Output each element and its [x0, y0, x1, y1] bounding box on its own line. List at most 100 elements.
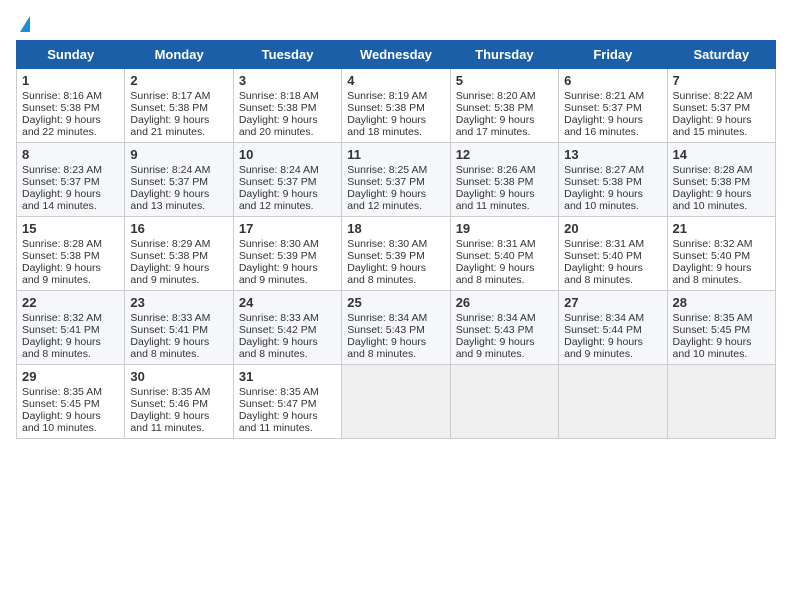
- day-number: 7: [673, 73, 770, 88]
- day-info-line: Sunset: 5:39 PM: [239, 250, 336, 262]
- day-info-line: Sunrise: 8:32 AM: [22, 312, 119, 324]
- day-info-line: Daylight: 9 hours: [347, 262, 444, 274]
- day-info-line: Sunset: 5:38 PM: [22, 102, 119, 114]
- day-number: 6: [564, 73, 661, 88]
- day-number: 27: [564, 295, 661, 310]
- day-number: 10: [239, 147, 336, 162]
- day-number: 9: [130, 147, 227, 162]
- day-info-line: Sunrise: 8:23 AM: [22, 164, 119, 176]
- day-info-line: Sunset: 5:38 PM: [347, 102, 444, 114]
- calendar-cell: 17 Sunrise: 8:30 AMSunset: 5:39 PMDayligh…: [233, 217, 341, 291]
- day-number: 28: [673, 295, 770, 310]
- day-info-line: Daylight: 9 hours: [130, 410, 227, 422]
- day-info-line: and 11 minutes.: [456, 200, 553, 212]
- day-info-line: and 12 minutes.: [239, 200, 336, 212]
- page-header: [16, 16, 776, 32]
- day-number: 22: [22, 295, 119, 310]
- day-info-line: Sunrise: 8:28 AM: [673, 164, 770, 176]
- day-info-line: Daylight: 9 hours: [239, 410, 336, 422]
- day-info-line: Daylight: 9 hours: [239, 262, 336, 274]
- day-info-line: Sunset: 5:42 PM: [239, 324, 336, 336]
- day-info-line: and 8 minutes.: [239, 348, 336, 360]
- day-info-line: and 9 minutes.: [456, 348, 553, 360]
- day-number: 31: [239, 369, 336, 384]
- day-number: 21: [673, 221, 770, 236]
- day-info-line: Daylight: 9 hours: [673, 262, 770, 274]
- calendar-cell: 4Sunrise: 8:19 AMSunset: 5:38 PMDaylight…: [342, 69, 450, 143]
- day-info-line: Sunrise: 8:35 AM: [130, 386, 227, 398]
- day-info-line: Daylight: 9 hours: [239, 114, 336, 126]
- day-info-line: and 8 minutes.: [347, 348, 444, 360]
- day-info-line: Sunrise: 8:35 AM: [22, 386, 119, 398]
- day-info-line: Sunrise: 8:34 AM: [564, 312, 661, 324]
- day-info-line: Daylight: 9 hours: [564, 336, 661, 348]
- calendar-cell: 8Sunrise: 8:23 AMSunset: 5:37 PMDaylight…: [17, 143, 125, 217]
- day-info-line: and 17 minutes.: [456, 126, 553, 138]
- day-info-line: Sunrise: 8:30 AM: [239, 238, 336, 250]
- day-info-line: Sunset: 5:38 PM: [239, 102, 336, 114]
- day-info-line: Sunset: 5:41 PM: [130, 324, 227, 336]
- day-info-line: Sunset: 5:39 PM: [347, 250, 444, 262]
- day-info-line: and 15 minutes.: [673, 126, 770, 138]
- day-number: 4: [347, 73, 444, 88]
- day-number: 20: [564, 221, 661, 236]
- day-info-line: and 20 minutes.: [239, 126, 336, 138]
- day-info-line: Sunrise: 8:26 AM: [456, 164, 553, 176]
- calendar-cell: 18Sunrise: 8:30 AMSunset: 5:39 PMDayligh…: [342, 217, 450, 291]
- day-info-line: and 8 minutes.: [130, 348, 227, 360]
- day-info-line: Daylight: 9 hours: [347, 188, 444, 200]
- day-info-line: Daylight: 9 hours: [564, 114, 661, 126]
- calendar-cell: 21Sunrise: 8:32 AMSunset: 5:40 PMDayligh…: [667, 217, 775, 291]
- calendar-cell: [667, 365, 775, 439]
- day-info-line: Sunrise: 8:33 AM: [130, 312, 227, 324]
- day-info-line: Sunset: 5:38 PM: [673, 176, 770, 188]
- day-info-line: Daylight: 9 hours: [456, 188, 553, 200]
- day-info-line: Daylight: 9 hours: [239, 188, 336, 200]
- day-info-line: Sunrise: 8:24 AM: [130, 164, 227, 176]
- calendar-cell: 22Sunrise: 8:32 AMSunset: 5:41 PMDayligh…: [17, 291, 125, 365]
- logo-icon: [20, 16, 30, 32]
- day-info-line: and 13 minutes.: [130, 200, 227, 212]
- day-info-line: Sunset: 5:45 PM: [673, 324, 770, 336]
- day-info-line: Sunset: 5:40 PM: [673, 250, 770, 262]
- day-info-line: and 10 minutes.: [673, 348, 770, 360]
- day-info-line: Sunset: 5:38 PM: [130, 102, 227, 114]
- day-info-line: Sunset: 5:44 PM: [564, 324, 661, 336]
- day-info-line: Sunrise: 8:20 AM: [456, 90, 553, 102]
- day-number: 1: [22, 73, 119, 88]
- day-info-line: and 8 minutes.: [22, 348, 119, 360]
- calendar-cell: 28Sunrise: 8:35 AMSunset: 5:45 PMDayligh…: [667, 291, 775, 365]
- day-info-line: Sunrise: 8:31 AM: [564, 238, 661, 250]
- calendar-cell: 9Sunrise: 8:24 AMSunset: 5:37 PMDaylight…: [125, 143, 233, 217]
- dow-header: Tuesday: [233, 41, 341, 69]
- day-info-line: Daylight: 9 hours: [564, 262, 661, 274]
- day-number: 17: [239, 221, 336, 236]
- calendar-cell: 6Sunrise: 8:21 AMSunset: 5:37 PMDaylight…: [559, 69, 667, 143]
- day-number: 26: [456, 295, 553, 310]
- day-info-line: Daylight: 9 hours: [22, 262, 119, 274]
- day-info-line: Daylight: 9 hours: [673, 114, 770, 126]
- day-info-line: Sunset: 5:45 PM: [22, 398, 119, 410]
- day-info-line: Daylight: 9 hours: [22, 410, 119, 422]
- day-info-line: Daylight: 9 hours: [130, 188, 227, 200]
- day-info-line: Sunset: 5:38 PM: [564, 176, 661, 188]
- calendar-cell: 31Sunrise: 8:35 AMSunset: 5:47 PMDayligh…: [233, 365, 341, 439]
- day-number: 13: [564, 147, 661, 162]
- day-number: 2: [130, 73, 227, 88]
- calendar-cell: 24Sunrise: 8:33 AMSunset: 5:42 PMDayligh…: [233, 291, 341, 365]
- dow-header: Thursday: [450, 41, 558, 69]
- day-info-line: Sunset: 5:40 PM: [456, 250, 553, 262]
- day-info-line: Daylight: 9 hours: [130, 336, 227, 348]
- day-info-line: Daylight: 9 hours: [456, 114, 553, 126]
- day-info-line: Sunrise: 8:16 AM: [22, 90, 119, 102]
- day-info-line: Sunset: 5:43 PM: [347, 324, 444, 336]
- day-info-line: and 10 minutes.: [673, 200, 770, 212]
- day-info-line: Daylight: 9 hours: [22, 114, 119, 126]
- calendar-cell: 30Sunrise: 8:35 AMSunset: 5:46 PMDayligh…: [125, 365, 233, 439]
- day-info-line: and 18 minutes.: [347, 126, 444, 138]
- day-info-line: Daylight: 9 hours: [673, 336, 770, 348]
- day-number: 19: [456, 221, 553, 236]
- calendar-cell: 2Sunrise: 8:17 AMSunset: 5:38 PMDaylight…: [125, 69, 233, 143]
- day-number: 23: [130, 295, 227, 310]
- calendar-cell: 7Sunrise: 8:22 AMSunset: 5:37 PMDaylight…: [667, 69, 775, 143]
